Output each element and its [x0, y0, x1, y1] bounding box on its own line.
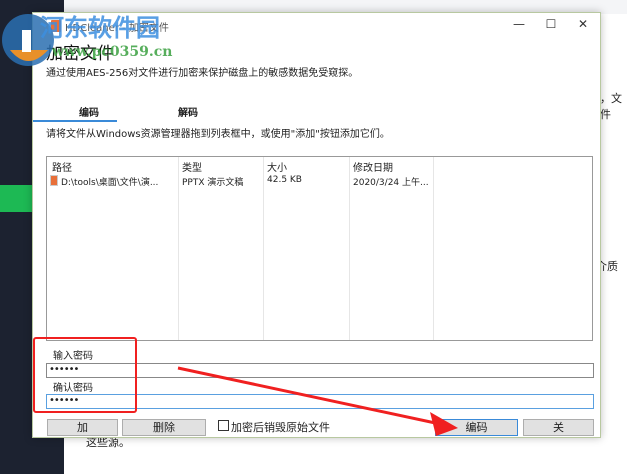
annotation-arrow: [177, 366, 458, 436]
watermark-url: www.pc0359.cn: [52, 44, 173, 60]
watermark-name: 河东软件园: [40, 14, 160, 42]
